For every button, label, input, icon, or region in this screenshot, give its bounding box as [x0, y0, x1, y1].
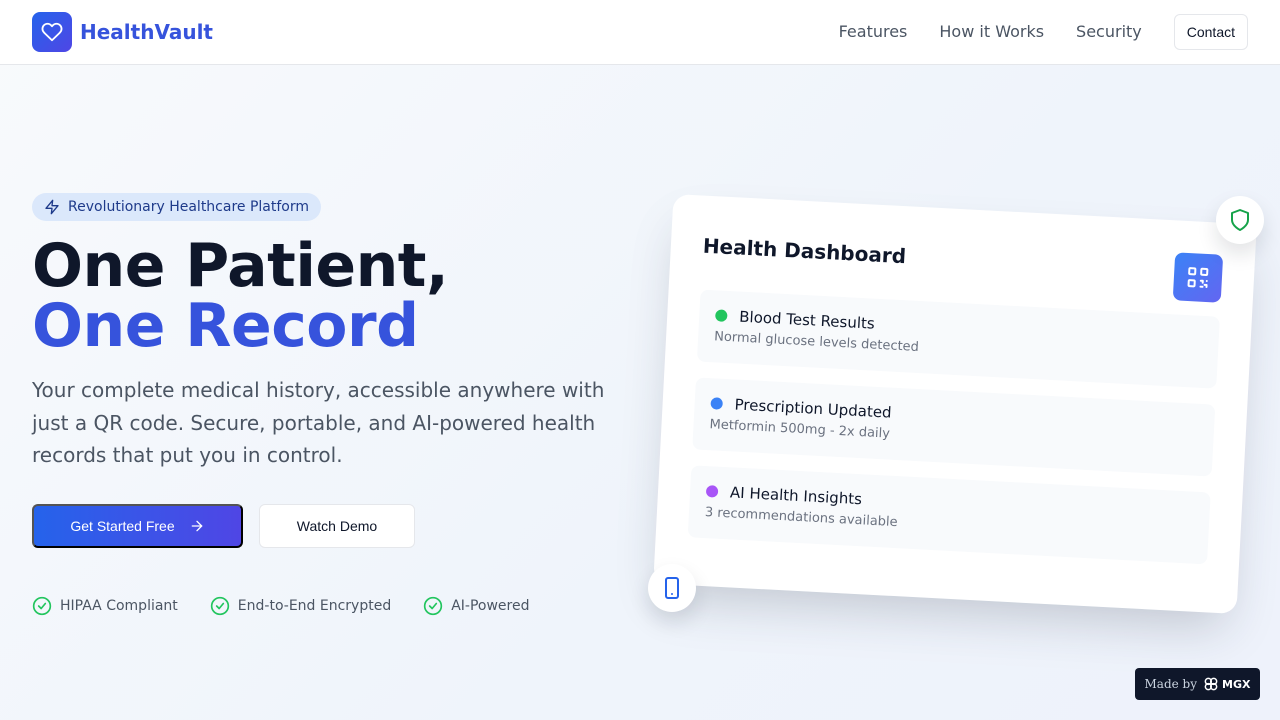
- made-by-badge[interactable]: Made by MGX: [1135, 668, 1260, 700]
- list-item[interactable]: Prescription Updated Metformin 500mg - 2…: [692, 377, 1216, 477]
- dashboard-items: Blood Test Results Normal glucose levels…: [687, 289, 1220, 565]
- hero-title-line2: One Record: [32, 291, 419, 361]
- get-started-button[interactable]: Get Started Free: [32, 504, 243, 548]
- qr-code-icon[interactable]: [1172, 252, 1224, 303]
- dashboard-preview: Health Dashboard Blood Test Results Norm…: [653, 193, 1257, 615]
- nav-link-security[interactable]: Security: [1076, 14, 1142, 50]
- feature-list: HIPAA Compliant End-to-End Encrypted AI-…: [32, 596, 562, 616]
- top-navbar: HealthVault Features How it Works Securi…: [0, 0, 1280, 65]
- bolt-icon: [44, 199, 60, 215]
- feature-item: AI-Powered: [423, 596, 530, 616]
- brand-name: HealthVault: [80, 20, 213, 44]
- list-item[interactable]: AI Health Insights 3 recommendations ava…: [687, 465, 1211, 565]
- feature-label: End-to-End Encrypted: [237, 598, 392, 614]
- list-item[interactable]: Blood Test Results Normal glucose levels…: [696, 289, 1220, 389]
- arrow-right-icon: [189, 518, 205, 534]
- item-title: Blood Test Results: [738, 307, 876, 333]
- hero-title: One Patient, One Record: [32, 231, 449, 361]
- item-title: Prescription Updated: [734, 395, 893, 422]
- get-started-label: Get Started Free: [70, 518, 175, 534]
- check-circle-icon: [423, 596, 443, 616]
- nav-link-how-it-works[interactable]: How it Works: [939, 14, 1044, 50]
- status-dot: [710, 397, 724, 410]
- hero-badge: Revolutionary Healthcare Platform: [32, 193, 322, 221]
- check-circle-icon: [210, 596, 230, 616]
- hero-title-line1: One Patient,: [32, 231, 449, 301]
- contact-button[interactable]: Contact: [1173, 14, 1248, 50]
- nav-link-features[interactable]: Features: [839, 14, 908, 50]
- check-circle-icon: [32, 596, 52, 616]
- watch-demo-button[interactable]: Watch Demo: [259, 504, 415, 548]
- status-dot: [714, 309, 728, 322]
- dashboard-title: Health Dashboard: [702, 233, 907, 269]
- dashboard-card: Health Dashboard Blood Test Results Norm…: [653, 193, 1257, 615]
- mgx-logo-icon: MGX: [1203, 676, 1250, 692]
- main-nav: Features How it Works Security Contact: [839, 14, 1248, 50]
- hero-description: Your complete medical history, accessibl…: [32, 378, 605, 467]
- feature-label: HIPAA Compliant: [60, 598, 178, 614]
- status-dot: [705, 485, 719, 498]
- item-title: AI Health Insights: [729, 483, 863, 509]
- feature-item: End-to-End Encrypted: [210, 596, 391, 616]
- made-by-brand: MGX: [1222, 677, 1251, 691]
- shield-icon: [1216, 196, 1264, 244]
- hero-badge-label: Revolutionary Healthcare Platform: [68, 199, 310, 215]
- made-by-label: Made by: [1144, 677, 1198, 691]
- feature-item: HIPAA Compliant: [32, 596, 178, 616]
- brand-logo[interactable]: HealthVault: [32, 12, 213, 52]
- feature-label: AI-Powered: [451, 598, 530, 614]
- heart-icon: [32, 12, 72, 52]
- smartphone-icon: [648, 564, 696, 612]
